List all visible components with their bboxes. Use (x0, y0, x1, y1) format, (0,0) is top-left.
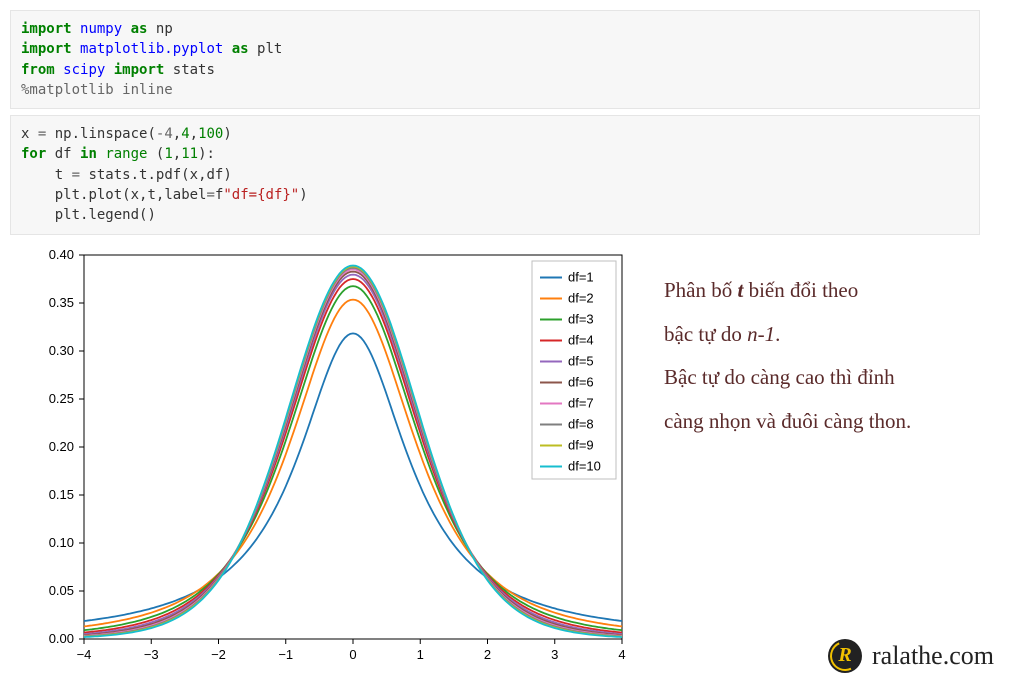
num100: 100 (198, 126, 223, 142)
plt: plt (21, 207, 80, 223)
module-name: scipy (63, 62, 105, 78)
comma: , (173, 146, 181, 162)
text: biến đổi theo (743, 278, 858, 302)
alias: plt (257, 41, 282, 57)
y-tick-label: 0.30 (49, 343, 74, 358)
kw-import: import (21, 21, 72, 37)
magic-line: %matplotlib inline (21, 82, 173, 98)
close: ): (198, 146, 215, 162)
comma: , (173, 126, 181, 142)
close: ) (223, 167, 231, 183)
y-tick-label: 0.40 (49, 247, 74, 262)
module-name: matplotlib.pyplot (80, 41, 223, 57)
range: range (105, 146, 147, 162)
legend-label: df=8 (568, 416, 594, 431)
num1: 1 (164, 146, 172, 162)
footer: R ralathe.com (828, 639, 994, 673)
comma: , (190, 126, 198, 142)
x-tick-label: 3 (551, 647, 558, 662)
annotation-line-3: Bậc tự do càng cao thì đỉnh (664, 358, 1002, 398)
legend-label: df=4 (568, 332, 594, 347)
y-tick-label: 0.15 (49, 487, 74, 502)
annotation-line-1: Phân bố t biến đổi theo (664, 271, 1002, 311)
num4: 4 (181, 126, 189, 142)
tpdf: .t.pdf( (131, 167, 190, 183)
var-x: x (21, 126, 29, 142)
x-tick-label: −1 (278, 647, 293, 662)
y-tick-label: 0.05 (49, 583, 74, 598)
y-tick-label: 0.10 (49, 535, 74, 550)
comma: , (198, 167, 206, 183)
y-tick-label: 0.00 (49, 631, 74, 646)
kw-as: as (232, 41, 249, 57)
legend-label: df=5 (568, 353, 594, 368)
t-distribution-chart: −4 −3 −2 −1 0 1 2 3 4 0.00 0.05 0.10 0.15 0.20 0.25 0.3… (22, 241, 634, 673)
site-logo-icon: R (828, 639, 862, 673)
code-cell-imports: import numpy as np import matplotlib.pyp… (10, 10, 980, 109)
np: np (55, 126, 72, 142)
var-df: df (55, 146, 72, 162)
legend-label: df=10 (568, 458, 601, 473)
x-tick-label: −4 (77, 647, 92, 662)
legend-label: df=7 (568, 395, 594, 410)
close: ) (299, 187, 307, 203)
x-tick-label: −3 (144, 647, 159, 662)
legend-label: df=2 (568, 290, 594, 305)
var-t: t (21, 167, 63, 183)
open: ( (147, 146, 164, 162)
stats: stats (88, 167, 130, 183)
y-tick-label: 0.25 (49, 391, 74, 406)
import-name: stats (173, 62, 215, 78)
module-name: numpy (80, 21, 122, 37)
num11: 11 (181, 146, 198, 162)
chart-svg: −4 −3 −2 −1 0 1 2 3 4 0.00 0.05 0.10 0.15 0.20 0.25 0.3… (22, 241, 634, 673)
text: Phân bố (664, 278, 738, 302)
kw-import: import (114, 62, 165, 78)
t: t (147, 187, 155, 203)
df: df (207, 167, 224, 183)
kw-import: import (21, 41, 72, 57)
x: x (131, 187, 139, 203)
legend-label: df=6 (568, 374, 594, 389)
x-tick-label: 2 (484, 647, 491, 662)
site-name: ralathe.com (872, 641, 994, 671)
y-tick-label: 0.20 (49, 439, 74, 454)
legend-label: df=3 (568, 311, 594, 326)
x-tick-label: −2 (211, 647, 226, 662)
text: . (775, 322, 780, 346)
alias: np (156, 21, 173, 37)
legend-label: df=1 (568, 269, 594, 284)
eq: = (38, 126, 46, 142)
kw-as: as (131, 21, 148, 37)
x-tick-label: 4 (618, 647, 625, 662)
plot: .plot( (80, 187, 131, 203)
text: bậc tự do (664, 322, 747, 346)
eq: = (207, 187, 215, 203)
linspace: .linspace( (72, 126, 156, 142)
y-tick-label: 0.35 (49, 295, 74, 310)
kw-in: in (80, 146, 97, 162)
neg4: -4 (156, 126, 173, 142)
kw-for: for (21, 146, 46, 162)
annotation-text: Phân bố t biến đổi theo bậc tự do n-1. B… (634, 241, 1014, 447)
code-cell-plot: x = np.linspace(-4,4,100) for df in rang… (10, 115, 980, 234)
legend: .legend() (80, 207, 156, 223)
eq: = (63, 167, 88, 183)
close: ) (223, 126, 231, 142)
x-tick-label: 1 (417, 647, 424, 662)
legend-label: df=9 (568, 437, 594, 452)
annotation-line-4: càng nhọn và đuôi càng thon. (664, 402, 1002, 442)
plt: plt (21, 187, 80, 203)
label-kw: label (164, 187, 206, 203)
x-tick-label: 0 (349, 647, 356, 662)
kw-from: from (21, 62, 55, 78)
text-n1: n-1 (747, 322, 775, 346)
x: x (190, 167, 198, 183)
fstring: "df={df}" (223, 187, 299, 203)
annotation-line-2: bậc tự do n-1. (664, 315, 1002, 355)
